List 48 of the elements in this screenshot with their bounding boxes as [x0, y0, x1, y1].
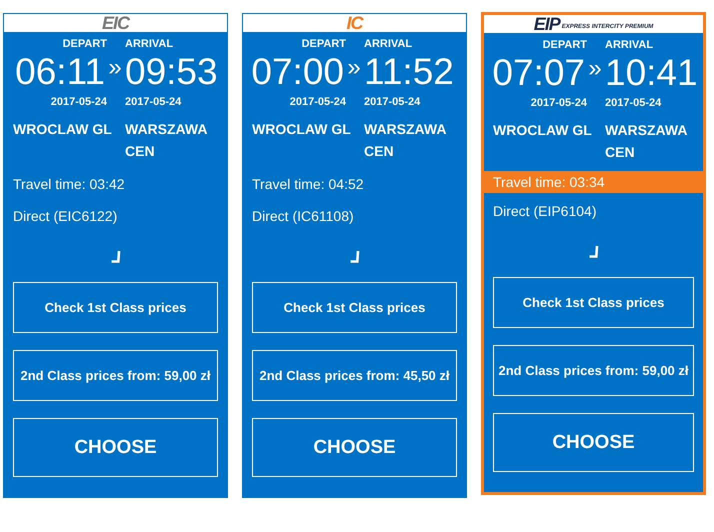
arrival-label: ARRIVAL — [605, 39, 654, 51]
seat-icon — [588, 245, 600, 259]
first-class-button[interactable]: Check 1st Class prices — [493, 277, 694, 328]
arrival-label: ARRIVAL — [125, 38, 174, 50]
train-logo: EIP — [534, 15, 560, 33]
from-station: WROCLAW GL — [493, 121, 592, 140]
arrival-time: 11:52 — [364, 50, 454, 94]
arrival-date: 2017-05-24 — [125, 96, 182, 108]
to-station: WARSZAWA CEN — [605, 121, 688, 162]
to-station: WARSZAWA CEN — [125, 120, 208, 161]
depart-time: 06:11 — [15, 50, 105, 94]
depart-time: 07:00 — [251, 50, 344, 94]
second-class-button[interactable]: 2nd Class prices from: 45,50 zł — [252, 350, 457, 401]
second-class-button[interactable]: 2nd Class prices from: 59,00 zł — [13, 350, 218, 401]
travel-time: Travel time: 03:42 — [12, 175, 126, 194]
train-logo: EIC — [102, 14, 129, 32]
first-class-button[interactable]: Check 1st Class prices — [13, 282, 218, 333]
arrival-date: 2017-05-24 — [605, 97, 662, 109]
travel-time: Travel time: 03:34 — [484, 171, 703, 193]
choose-button[interactable]: CHOOSE — [252, 418, 457, 477]
choose-button[interactable]: CHOOSE — [493, 413, 694, 472]
arrival-time: 10:41 — [605, 51, 698, 95]
arrival-label: ARRIVAL — [364, 38, 412, 50]
connection-info: Direct (EIC6122) — [13, 208, 118, 224]
arrival-time: 09:53 — [125, 50, 218, 94]
depart-label: DEPART — [302, 38, 346, 50]
depart-label: DEPART — [62, 38, 107, 50]
depart-date: 2017-05-24 — [530, 97, 587, 109]
to-station: WARSZAWA CEN — [364, 120, 447, 161]
depart-label: DEPART — [542, 39, 587, 51]
depart-time: 07:07 — [492, 51, 585, 95]
from-station: WROCLAW GL — [252, 120, 351, 139]
separator: » — [346, 53, 362, 83]
seat-icon — [110, 250, 122, 264]
separator: » — [107, 53, 123, 83]
connection-info: Direct (IC61108) — [252, 208, 355, 224]
arrival-date: 2017-05-24 — [364, 96, 420, 108]
seat-icon — [348, 250, 360, 264]
connection-info: Direct (EIP6104) — [493, 203, 598, 219]
first-class-button[interactable]: Check 1st Class prices — [252, 282, 457, 333]
from-station: WROCLAW GL — [13, 120, 112, 139]
depart-date: 2017-05-24 — [50, 96, 107, 108]
separator: » — [587, 54, 603, 84]
choose-button[interactable]: CHOOSE — [13, 418, 218, 477]
train-logo: IC — [346, 14, 362, 32]
travel-time: Travel time: 04:52 — [251, 175, 365, 194]
second-class-button[interactable]: 2nd Class prices from: 59,00 zł — [493, 345, 694, 396]
depart-date: 2017-05-24 — [290, 96, 346, 108]
